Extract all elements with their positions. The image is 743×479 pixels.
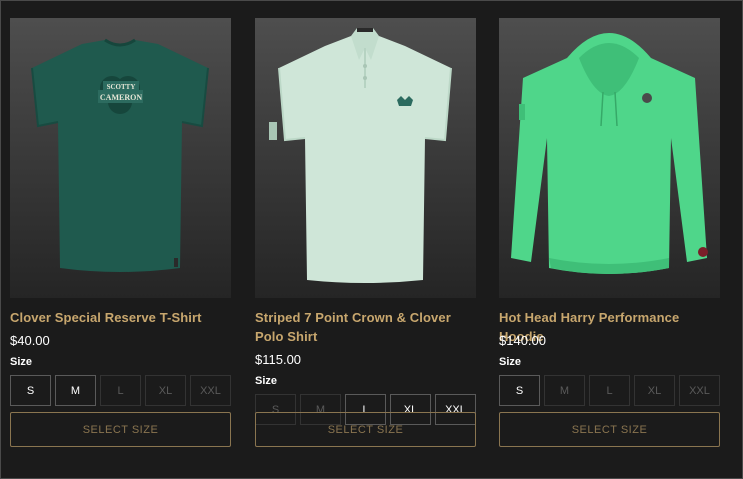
product-price: $40.00	[10, 333, 50, 348]
collar-tag-icon	[357, 28, 373, 32]
select-size-button[interactable]: SELECT SIZE	[10, 412, 231, 447]
tshirt-logo-bottom: CAMERON	[100, 93, 142, 102]
product-card: Striped 7 Point Crown & Clover Polo Shir…	[255, 18, 476, 425]
size-label: Size	[10, 356, 33, 368]
product-price: $140.00	[499, 333, 546, 348]
size-label: Size	[499, 356, 522, 368]
product-card: Hot Head Harry Performance Hoodie $140.0…	[499, 18, 720, 406]
chest-logo-icon	[642, 93, 652, 103]
product-image-tshirt[interactable]: SCOTTY CAMERON	[10, 18, 231, 298]
tshirt-graphic: SCOTTY CAMERON	[31, 38, 209, 272]
hoodie-graphic	[511, 33, 708, 274]
size-option-m[interactable]: M	[544, 375, 585, 406]
product-image-hoodie[interactable]	[499, 18, 720, 298]
product-title[interactable]: Clover Special Reserve T-Shirt	[10, 308, 231, 327]
size-option-xxl[interactable]: XXL	[679, 375, 720, 406]
polo-graphic	[269, 28, 452, 283]
cuff-patch-icon	[698, 247, 708, 257]
size-options: S M L XL XXL	[499, 375, 720, 406]
size-option-l[interactable]: L	[589, 375, 630, 406]
size-option-xxl[interactable]: XXL	[190, 375, 231, 406]
select-size-button[interactable]: SELECT SIZE	[499, 412, 720, 447]
size-options: S M L XL XXL	[10, 375, 231, 406]
size-option-xl[interactable]: XL	[634, 375, 675, 406]
product-price: $115.00	[255, 352, 302, 367]
product-title[interactable]: Striped 7 Point Crown & Clover Polo Shir…	[255, 308, 476, 346]
product-image-polo[interactable]	[255, 18, 476, 298]
size-option-m[interactable]: M	[55, 375, 96, 406]
product-card: SCOTTY CAMERON Clover Special Reserve T-…	[10, 18, 231, 406]
size-option-xl[interactable]: XL	[145, 375, 186, 406]
size-label: Size	[255, 375, 278, 387]
size-option-s[interactable]: S	[499, 375, 540, 406]
tshirt-logo-top: SCOTTY	[107, 83, 136, 91]
size-option-l[interactable]: L	[100, 375, 141, 406]
product-title[interactable]: Hot Head Harry Performance Hoodie	[499, 308, 720, 344]
select-size-button[interactable]: SELECT SIZE	[255, 412, 476, 447]
size-option-s[interactable]: S	[10, 375, 51, 406]
